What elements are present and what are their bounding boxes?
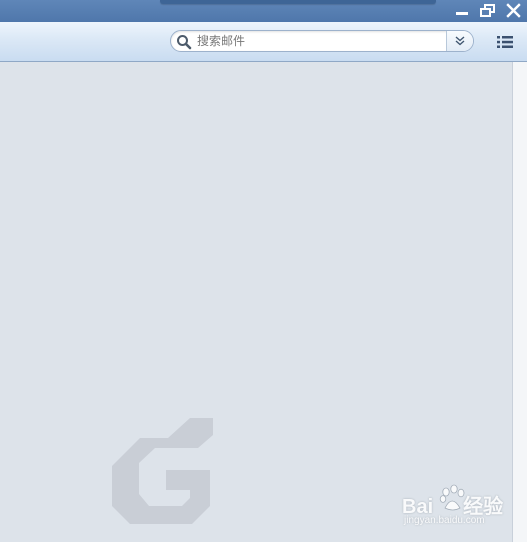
restore-icon (480, 4, 495, 17)
search-icon (177, 35, 192, 50)
search-input[interactable] (197, 32, 445, 50)
baidu-jingyan-watermark: Bai 经验 jingyan.baidu.com (402, 484, 522, 534)
search-options-button[interactable] (446, 31, 473, 51)
mail-content-area (0, 62, 512, 542)
toolbar (0, 22, 527, 62)
close-button[interactable] (504, 2, 524, 20)
search-box[interactable] (170, 30, 474, 52)
double-chevron-down-icon (455, 36, 465, 46)
restore-button[interactable] (478, 2, 498, 20)
minimize-icon (456, 12, 468, 15)
close-icon (506, 3, 521, 18)
mail-client-window: Bai经验 jingyan.baidu.com (0, 0, 527, 542)
baidu-url-text: jingyan.baidu.com (404, 515, 485, 526)
minimize-button[interactable] (452, 2, 472, 20)
title-bar[interactable] (0, 0, 527, 22)
baidu-paw-icon (439, 484, 465, 511)
main-menu-button[interactable] (496, 34, 514, 50)
title-bar-tab (160, 0, 436, 4)
right-side-strip (512, 62, 527, 542)
app-logo-watermark-icon (112, 418, 213, 524)
list-menu-icon (497, 36, 513, 48)
